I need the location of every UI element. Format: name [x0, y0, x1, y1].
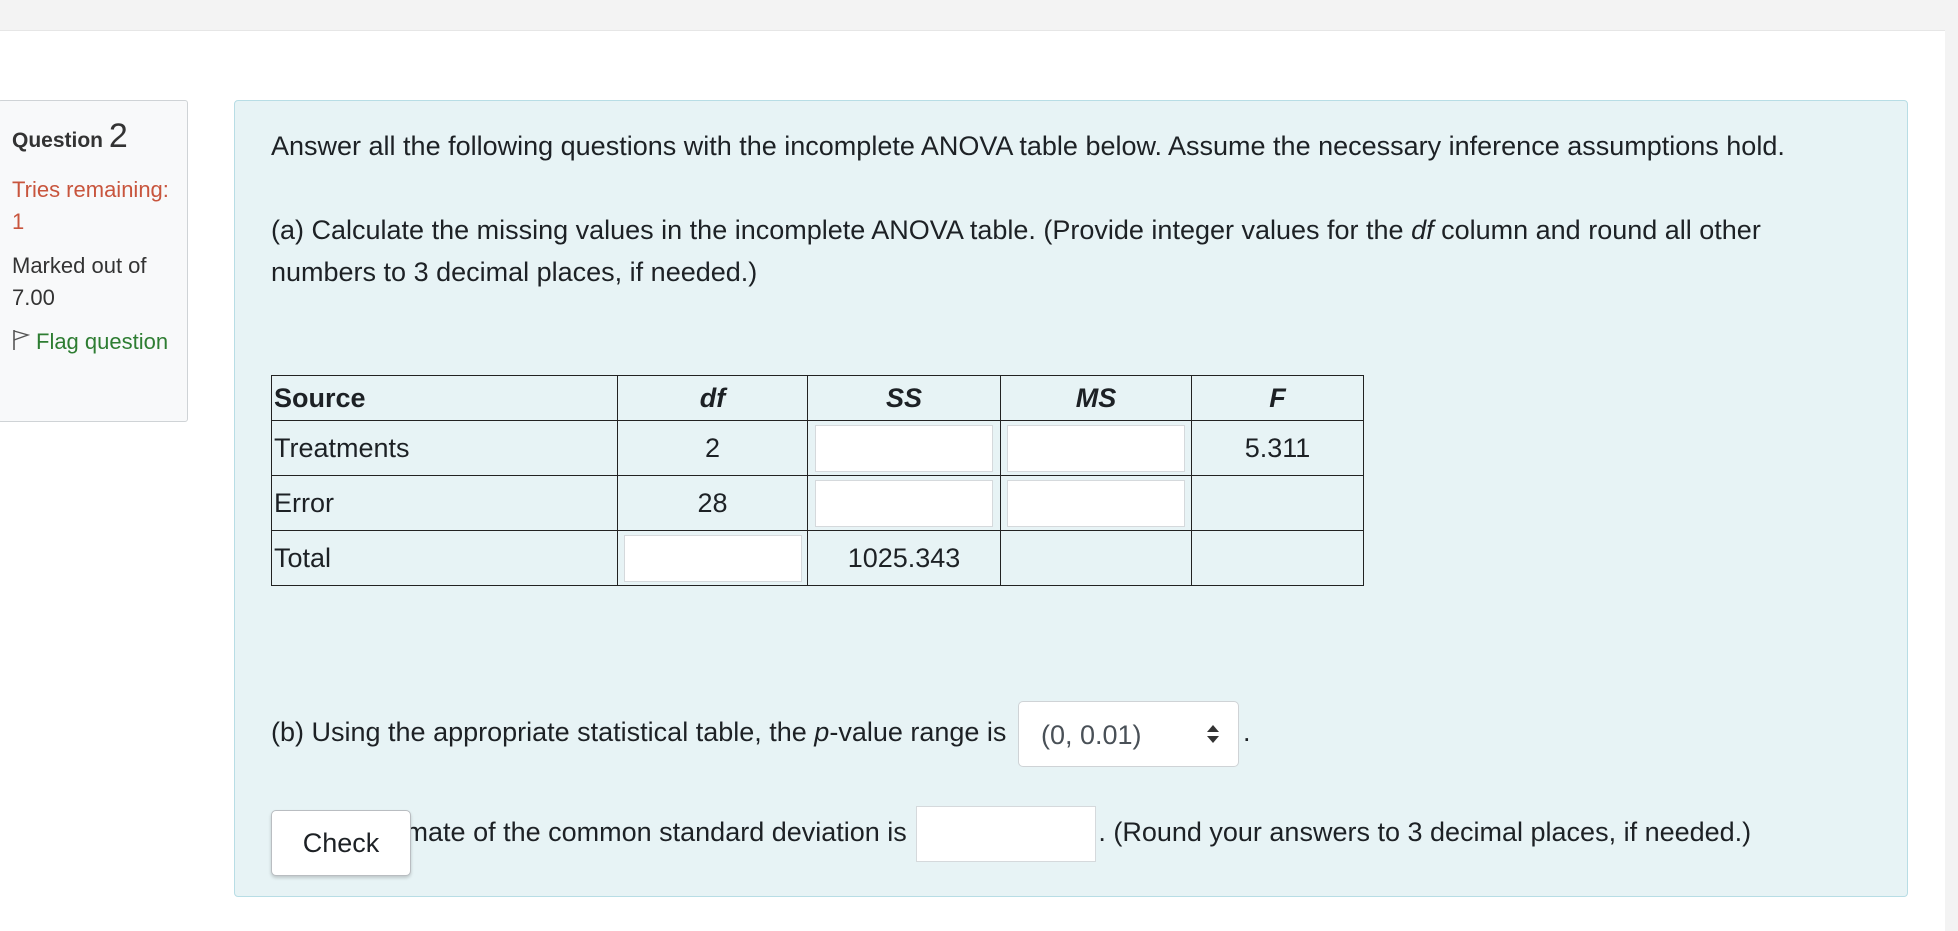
treatments-source: Treatments: [271, 420, 618, 476]
part-b-italic: p: [814, 717, 830, 748]
treatments-ms-input[interactable]: [1007, 424, 1185, 472]
anova-table: Source df SS MS F Treatments 2 5.311 Err…: [271, 375, 1364, 586]
total-df-input[interactable]: [623, 534, 802, 582]
total-f: [1191, 530, 1364, 586]
treatments-df: 2: [617, 420, 808, 476]
marked-out-of: Marked out of 7.00: [12, 253, 147, 310]
error-df: 28: [617, 475, 808, 531]
total-ms: [1000, 530, 1192, 586]
question-label: Question: [12, 129, 104, 152]
part-b-text: (b) Using the appropriate statistical ta…: [271, 701, 1250, 767]
table-header-row: Source df SS MS F: [271, 375, 1364, 421]
question-info-panel: Question 2 Tries remaining: 1 Marked out…: [0, 100, 188, 422]
question-intro: Answer all the following questions with …: [271, 131, 1785, 161]
flag-question-link[interactable]: Flag question: [12, 326, 177, 358]
error-ms-input[interactable]: [1007, 479, 1185, 527]
header-ss: SS: [807, 375, 1001, 421]
error-ss-input[interactable]: [815, 479, 993, 527]
table-row-error: Error 28: [271, 475, 1364, 531]
flag-question-label: Flag question: [36, 329, 169, 354]
table-row-treatments: Treatments 2 5.311: [271, 420, 1364, 476]
question-number: Question 2: [12, 117, 177, 156]
question-number-value: 2: [108, 117, 128, 155]
treatments-ms-cell: [1000, 420, 1192, 476]
part-c-text: (c) The estimate of the common standard …: [271, 806, 1751, 862]
p-value-range-select[interactable]: (0, 0.01): [1017, 701, 1239, 767]
error-source: Error: [271, 475, 618, 531]
total-source: Total: [271, 530, 618, 586]
total-ss: 1025.343: [807, 530, 1001, 586]
part-a-prefix: (a) Calculate the missing values in the …: [271, 215, 1412, 245]
p-value-range-value: (0, 0.01): [1040, 720, 1142, 750]
check-button[interactable]: Check: [271, 810, 411, 876]
header-f: F: [1191, 375, 1364, 421]
total-df-cell: [617, 530, 808, 586]
std-dev-input[interactable]: [916, 806, 1097, 862]
part-a-italic: df: [1411, 215, 1434, 245]
treatments-ss-input[interactable]: [815, 424, 993, 472]
error-ms-cell: [1000, 475, 1192, 531]
flag-icon: [13, 330, 31, 350]
tries-remaining: Tries remaining: 1: [12, 177, 169, 234]
treatments-f: 5.311: [1191, 420, 1364, 476]
header-source: Source: [271, 375, 618, 421]
treatments-ss-cell: [807, 420, 1001, 476]
question-content: Answer all the following questions with …: [234, 100, 1908, 897]
error-ss-cell: [807, 475, 1001, 531]
table-row-total: Total 1025.343: [271, 530, 1364, 586]
part-b-middle: -value range is: [829, 717, 1007, 748]
header-df: df: [617, 375, 808, 421]
header-ms: MS: [1000, 375, 1192, 421]
page: Question 2 Tries remaining: 1 Marked out…: [0, 30, 1945, 931]
part-b-prefix: (b) Using the appropriate statistical ta…: [271, 717, 815, 748]
part-a-text: (a) Calculate the missing values in the …: [271, 209, 1871, 293]
select-arrows-icon: [1206, 725, 1219, 743]
part-c-suffix: . (Round your answers to 3 decimal place…: [1098, 817, 1752, 848]
error-f: [1191, 475, 1364, 531]
part-b-suffix: .: [1242, 717, 1251, 748]
